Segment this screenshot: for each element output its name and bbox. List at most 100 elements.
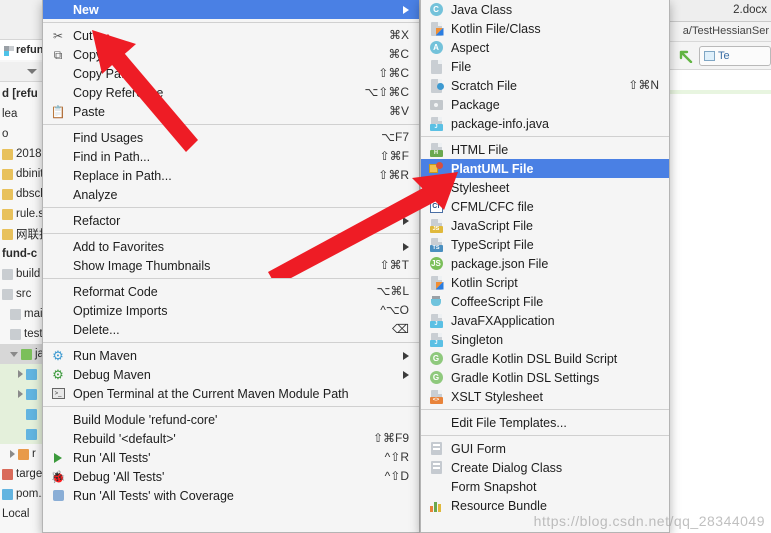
context-menu-item-show-image-thumbnails[interactable]: Show Image Thumbnails ⇧⌘T	[43, 256, 419, 275]
tree-node-icon	[26, 368, 37, 380]
context-menu-item-run-all-tests[interactable]: Run 'All Tests' ^⇧R	[43, 448, 419, 467]
menu-item-shortcut: ⇧⌘T	[379, 258, 409, 272]
new-submenu-item-cfml-cfc-file[interactable]: Cf CFML/CFC file	[421, 197, 669, 216]
context-menu-item-copy[interactable]: ⧉ Copy ⌘C	[43, 45, 419, 64]
tree-node-icon	[2, 228, 13, 240]
context-menu-item-replace-in-path[interactable]: Replace in Path... ⇧⌘R	[43, 166, 419, 185]
context-menu-item-refactor[interactable]: Refactor	[43, 211, 419, 230]
new-submenu-item-typescript-file[interactable]: TS TypeScript File	[421, 235, 669, 254]
tree-node[interactable]: rule.sq	[0, 204, 45, 224]
context-menu-item-debug-all-tests[interactable]: 🐞 Debug 'All Tests' ^⇧D	[43, 467, 419, 486]
file-glyph: JS	[429, 218, 443, 233]
new-submenu-item-file[interactable]: File	[421, 57, 669, 76]
new-submenu-item-create-dialog-class[interactable]: Create Dialog Class	[421, 458, 669, 477]
menu-item-shortcut: ^⇧D	[384, 469, 409, 483]
context-menu-item-add-to-favorites[interactable]: Add to Favorites	[43, 237, 419, 256]
new-submenu-item-kotlin-file-class[interactable]: Kotlin File/Class	[421, 19, 669, 38]
context-menu-item-cut[interactable]: ✂ Cut ⌘X	[43, 26, 419, 45]
context-menu-item-copy-reference[interactable]: Copy Reference ⌥⇧⌘C	[43, 83, 419, 102]
context-menu-item-delete[interactable]: Delete... ⌫	[43, 320, 419, 339]
project-root-tab[interactable]: refund	[0, 40, 45, 60]
file-icon	[429, 59, 443, 74]
html-file-icon: H	[429, 142, 443, 157]
menu-item-shortcut: ⌘C	[388, 47, 409, 61]
tree-node[interactable]: target	[0, 464, 45, 484]
context-menu[interactable]: New ✂ Cut ⌘X ⧉ Copy ⌘C Copy Path ⇧⌘C Copy Referen…	[42, 0, 420, 533]
new-submenu-item-edit-file-templates[interactable]: Edit File Templates...	[421, 413, 669, 432]
tree-node[interactable]: build	[0, 264, 45, 284]
new-submenu-item-kotlin-script[interactable]: Kotlin Script	[421, 273, 669, 292]
project-tree[interactable]: d [refu lea o 2018-0dbinit.sdbscherule.sq网联…	[0, 84, 45, 524]
new-submenu-item-gui-form[interactable]: GUI Form	[421, 439, 669, 458]
new-submenu-item-form-snapshot[interactable]: Form Snapshot	[421, 477, 669, 496]
new-submenu-item-javascript-file[interactable]: JS JavaScript File	[421, 216, 669, 235]
new-submenu-item-xslt-stylesheet[interactable]: <> XSLT Stylesheet	[421, 387, 669, 406]
tree-node[interactable]: test	[0, 324, 45, 344]
back-arrow-icon[interactable]	[679, 50, 693, 63]
tree-node[interactable]	[0, 424, 45, 444]
tree-node[interactable]: d [refu	[0, 84, 45, 104]
new-submenu[interactable]: C Java Class Kotlin File/Class A Aspect File S…	[420, 0, 670, 533]
tree-node[interactable]: pom.xr	[0, 484, 45, 504]
context-menu-item-reformat-code[interactable]: Reformat Code ⌥⌘L	[43, 282, 419, 301]
tree-node[interactable]: r	[0, 444, 45, 464]
context-menu-item-copy-path[interactable]: Copy Path ⇧⌘C	[43, 64, 419, 83]
tree-node[interactable]: src	[0, 284, 45, 304]
new-submenu-item-html-file[interactable]: H HTML File	[421, 140, 669, 159]
context-menu-item-open-terminal-at-the-current-maven-module-path[interactable]: >_ Open Terminal at the Current Maven Mod…	[43, 384, 419, 403]
context-menu-item-optimize-imports[interactable]: Optimize Imports ^⌥O	[43, 301, 419, 320]
tree-node[interactable]: fund-c	[0, 244, 45, 264]
new-submenu-item-gradle-kotlin-dsl-build-script[interactable]: G Gradle Kotlin DSL Build Script	[421, 349, 669, 368]
tree-node[interactable]: 网联批	[0, 224, 45, 244]
new-submenu-item-java-class[interactable]: C Java Class	[421, 0, 669, 19]
new-submenu-item-gradle-kotlin-dsl-settings[interactable]: G Gradle Kotlin DSL Settings	[421, 368, 669, 387]
tree-node[interactable]: 2018-0	[0, 144, 45, 164]
context-menu-item-build-module-refund-core[interactable]: Build Module 'refund-core'	[43, 410, 419, 429]
context-menu-item-debug-maven[interactable]: ⚙ Debug Maven	[43, 365, 419, 384]
new-submenu-item-coffeescript-file[interactable]: CoffeeScript File	[421, 292, 669, 311]
context-menu-item-analyze[interactable]: Analyze	[43, 185, 419, 204]
new-submenu-item-javafxapplication[interactable]: J JavaFXApplication	[421, 311, 669, 330]
tree-node[interactable]	[0, 364, 45, 384]
chevron-right-icon[interactable]	[18, 370, 23, 378]
context-menu-item-new[interactable]: New	[43, 0, 419, 19]
tree-node[interactable]: o	[0, 124, 45, 144]
new-submenu-item-stylesheet[interactable]: CSS Stylesheet	[421, 178, 669, 197]
tree-node[interactable]: Local	[0, 504, 45, 524]
chevron-right-icon[interactable]	[18, 390, 23, 398]
new-submenu-item-scratch-file[interactable]: Scratch File ⇧⌘N	[421, 76, 669, 95]
project-collapse-row[interactable]	[0, 62, 45, 82]
chevron-down-icon[interactable]	[10, 351, 18, 357]
menu-item-label: Build Module 'refund-core'	[73, 412, 218, 427]
menu-item-label: package.json File	[451, 256, 549, 271]
tree-node[interactable]: dbsche	[0, 184, 45, 204]
tree-node[interactable]: main	[0, 304, 45, 324]
context-menu-item-find-in-path[interactable]: Find in Path... ⇧⌘F	[43, 147, 419, 166]
context-menu-item-run-all-tests-with-coverage[interactable]: Run 'All Tests' with Coverage	[43, 486, 419, 505]
new-submenu-item-package-json-file[interactable]: JS package.json File	[421, 254, 669, 273]
menu-item-shortcut: ⌫	[392, 322, 409, 336]
tree-node-label: fund-c	[2, 248, 38, 260]
tree-node[interactable]: ja	[0, 344, 45, 364]
chevron-right-icon	[403, 370, 409, 379]
context-menu-item-find-usages[interactable]: Find Usages ⌥F7	[43, 128, 419, 147]
context-menu-item-run-maven[interactable]: ⚙ Run Maven	[43, 346, 419, 365]
menu-separator	[43, 124, 419, 125]
run-configuration-selector[interactable]: Te	[699, 46, 771, 66]
tree-node[interactable]	[0, 384, 45, 404]
tree-node-icon	[2, 288, 13, 300]
chevron-right-icon[interactable]	[10, 450, 15, 458]
tree-node[interactable]: lea	[0, 104, 45, 124]
menu-item-shortcut: ^⌥O	[380, 303, 409, 317]
context-menu-item-rebuild-default[interactable]: Rebuild '<default>' ⇧⌘F9	[43, 429, 419, 448]
new-submenu-item-package[interactable]: Package	[421, 95, 669, 114]
tree-node[interactable]: dbinit.s	[0, 164, 45, 184]
new-submenu-item-aspect[interactable]: A Aspect	[421, 38, 669, 57]
project-tool-window[interactable]: refund d [refu lea o 2018-0dbinit.sdbscheru…	[0, 0, 46, 533]
editor-tab-label[interactable]: 2.docx	[733, 4, 767, 16]
context-menu-item-paste[interactable]: 📋 Paste ⌘V	[43, 102, 419, 121]
new-submenu-item-package-info-java[interactable]: Jpackage-info.java	[421, 114, 669, 133]
tree-node[interactable]	[0, 404, 45, 424]
new-submenu-item-singleton[interactable]: J Singleton	[421, 330, 669, 349]
new-submenu-item-plantuml-file[interactable]: PlantUML File	[421, 159, 669, 178]
